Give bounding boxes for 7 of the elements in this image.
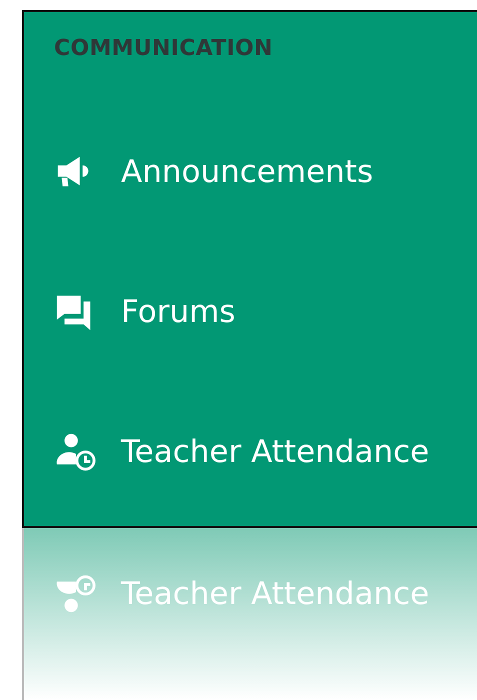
- section-heading: COMMUNICATION: [54, 38, 274, 60]
- reflected-person-clock-icon: [54, 574, 96, 614]
- menu-item[interactable]: Announcements: [54, 152, 477, 192]
- menu-item[interactable]: Teacher Attendance: [54, 432, 477, 472]
- person-clock-icon: [54, 432, 96, 472]
- menu-item[interactable]: Forums: [54, 292, 477, 332]
- reflected-label: Teacher Attendance: [121, 578, 430, 610]
